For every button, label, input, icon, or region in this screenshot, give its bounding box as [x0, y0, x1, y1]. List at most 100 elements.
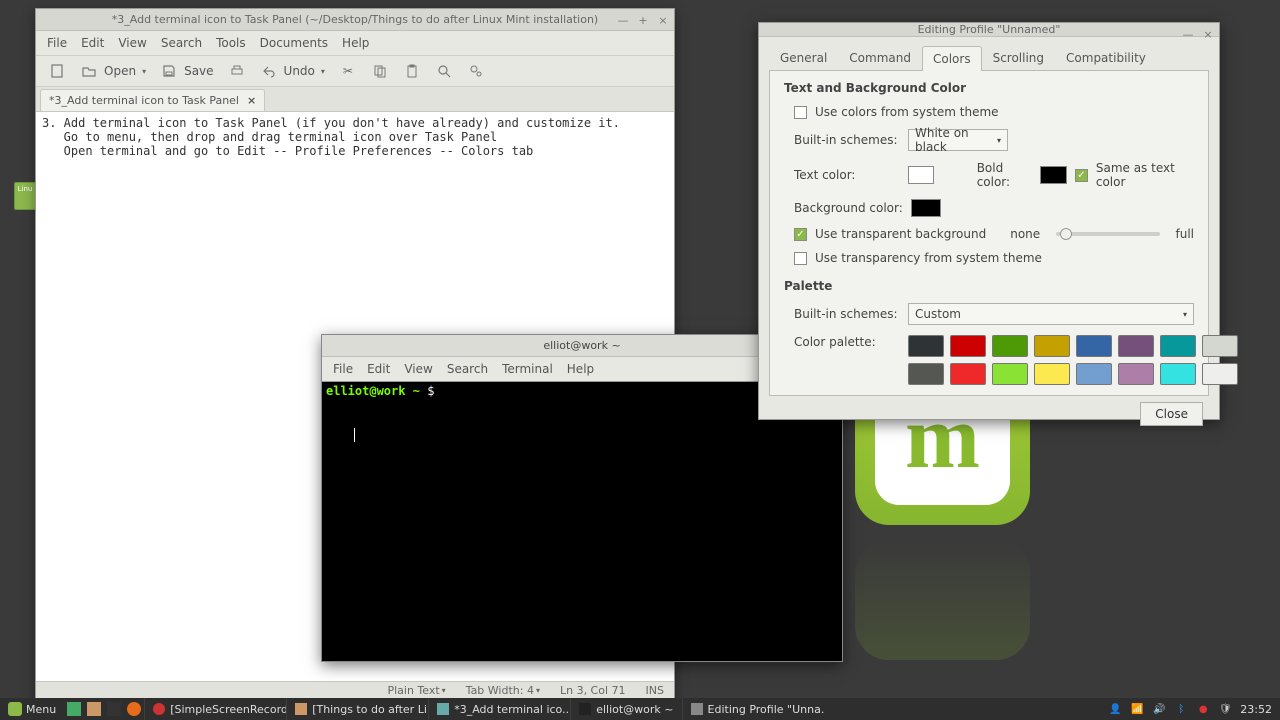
- chevron-down-icon[interactable]: ▾: [321, 67, 325, 76]
- print-icon[interactable]: [228, 62, 246, 80]
- menu-file[interactable]: File: [42, 34, 72, 52]
- menu-help[interactable]: Help: [337, 34, 374, 52]
- wifi-icon[interactable]: 📶: [1130, 702, 1144, 716]
- show-desktop-launcher[interactable]: [64, 698, 84, 720]
- palette-color-2[interactable]: [992, 335, 1028, 357]
- palette-color-14[interactable]: [1160, 363, 1196, 385]
- profile-preferences-dialog: Editing Profile "Unnamed" — × General Co…: [758, 22, 1220, 420]
- prefs-title: Editing Profile "Unnamed": [918, 23, 1061, 36]
- transparency-full-label: full: [1176, 227, 1195, 241]
- palette-color-4[interactable]: [1076, 335, 1112, 357]
- menu-documents[interactable]: Documents: [255, 34, 333, 52]
- same-as-text-checkbox[interactable]: ✓: [1075, 169, 1088, 182]
- task-prefs[interactable]: Editing Profile "Unna...: [682, 698, 824, 720]
- menu-help[interactable]: Help: [562, 360, 599, 378]
- palette-color-11[interactable]: [1034, 363, 1070, 385]
- menu-terminal[interactable]: Terminal: [497, 360, 558, 378]
- clock[interactable]: 23:52: [1240, 703, 1272, 716]
- prefs-titlebar[interactable]: Editing Profile "Unnamed" — ×: [759, 23, 1219, 37]
- open-button[interactable]: Open ▾: [80, 62, 146, 80]
- close-icon[interactable]: ×: [1201, 27, 1215, 41]
- document-tab[interactable]: *3_Add terminal icon to Task Panel ×: [40, 89, 265, 111]
- find-icon[interactable]: [435, 62, 453, 80]
- palette-color-7[interactable]: [1202, 335, 1238, 357]
- text-color-chip[interactable]: [908, 166, 934, 184]
- palette-color-9[interactable]: [950, 363, 986, 385]
- gedit-titlebar[interactable]: *3_Add terminal icon to Task Panel (~/De…: [36, 9, 674, 31]
- palette-color-3[interactable]: [1034, 335, 1070, 357]
- tab-close-icon[interactable]: ×: [247, 94, 256, 107]
- desktop-icon[interactable]: Linu: [14, 182, 36, 210]
- files-launcher[interactable]: [84, 698, 104, 720]
- close-icon[interactable]: ×: [656, 13, 670, 27]
- firefox-launcher[interactable]: [124, 698, 144, 720]
- task-terminal[interactable]: elliot@work ~: [570, 698, 681, 720]
- undo-button[interactable]: Undo ▾: [260, 62, 325, 80]
- menu-view[interactable]: View: [113, 34, 151, 52]
- chevron-down-icon[interactable]: ▾: [142, 67, 146, 76]
- transparency-none-label: none: [1010, 227, 1040, 241]
- task-folder[interactable]: [Things to do after Li...: [286, 698, 428, 720]
- tab-general[interactable]: General: [769, 45, 838, 70]
- same-as-text-label: Same as text color: [1096, 161, 1194, 189]
- menu-search[interactable]: Search: [156, 34, 207, 52]
- minimize-icon[interactable]: —: [1181, 27, 1195, 41]
- user-icon[interactable]: 👤: [1108, 702, 1122, 716]
- status-tabwidth[interactable]: Tab Width: 4 ▾: [466, 684, 540, 697]
- volume-icon[interactable]: 🔊: [1152, 702, 1166, 716]
- minimize-icon[interactable]: —: [616, 13, 630, 27]
- maximize-icon[interactable]: +: [636, 13, 650, 27]
- palette-color-15[interactable]: [1202, 363, 1238, 385]
- menu-edit[interactable]: Edit: [76, 34, 109, 52]
- transparency-slider[interactable]: [1056, 232, 1159, 236]
- use-transparent-bg-label: Use transparent background: [815, 227, 986, 241]
- task-gedit[interactable]: *3_Add terminal ico...: [428, 698, 570, 720]
- palette-color-1[interactable]: [950, 335, 986, 357]
- record-icon[interactable]: ●: [1196, 702, 1210, 716]
- palette-color-10[interactable]: [992, 363, 1028, 385]
- tab-scrolling[interactable]: Scrolling: [982, 45, 1055, 70]
- save-button[interactable]: Save: [160, 62, 213, 80]
- open-icon: [80, 62, 98, 80]
- prefs-icon: [691, 703, 703, 715]
- copy-icon[interactable]: [371, 62, 389, 80]
- background-color-chip[interactable]: [911, 199, 941, 217]
- bold-color-chip[interactable]: [1040, 166, 1066, 184]
- menu-edit[interactable]: Edit: [362, 360, 395, 378]
- menu-search[interactable]: Search: [442, 360, 493, 378]
- section-text-bg-color: Text and Background Color: [784, 81, 1194, 95]
- close-button[interactable]: Close: [1140, 402, 1203, 426]
- document-icon: [437, 703, 449, 715]
- palette-color-13[interactable]: [1118, 363, 1154, 385]
- folder-icon: [87, 702, 101, 716]
- menu-tools[interactable]: Tools: [211, 34, 251, 52]
- palette-color-0[interactable]: [908, 335, 944, 357]
- shield-icon[interactable]: 🛡: [1218, 702, 1232, 716]
- builtin-schemes-select[interactable]: White on black▾: [908, 129, 1008, 151]
- use-sys-transparency-label: Use transparency from system theme: [815, 251, 1042, 265]
- taskbar-panel: Menu [SimpleScreenRecord... [Things to d…: [0, 698, 1280, 720]
- palette-color-6[interactable]: [1160, 335, 1196, 357]
- palette-builtin-select[interactable]: Custom▾: [908, 303, 1194, 325]
- palette-color-5[interactable]: [1118, 335, 1154, 357]
- menu-button[interactable]: Menu: [0, 698, 64, 720]
- terminal-launcher[interactable]: [104, 698, 124, 720]
- palette-color-8[interactable]: [908, 363, 944, 385]
- tab-compatibility[interactable]: Compatibility: [1055, 45, 1157, 70]
- recorder-icon: [153, 703, 165, 715]
- use-transparent-bg-checkbox[interactable]: ✓: [794, 228, 807, 241]
- cut-icon[interactable]: ✂: [339, 62, 357, 80]
- use-system-colors-checkbox[interactable]: [794, 106, 807, 119]
- use-sys-transparency-checkbox[interactable]: [794, 252, 807, 265]
- tab-command[interactable]: Command: [838, 45, 922, 70]
- menu-view[interactable]: View: [399, 360, 437, 378]
- find-replace-icon[interactable]: [467, 62, 485, 80]
- palette-color-12[interactable]: [1076, 363, 1112, 385]
- paste-icon[interactable]: [403, 62, 421, 80]
- bluetooth-icon[interactable]: ᛒ: [1174, 702, 1188, 716]
- status-syntax[interactable]: Plain Text ▾: [387, 684, 445, 697]
- menu-file[interactable]: File: [328, 360, 358, 378]
- task-screenrecorder[interactable]: [SimpleScreenRecord...: [144, 698, 286, 720]
- new-document-icon[interactable]: [48, 62, 66, 80]
- tab-colors[interactable]: Colors: [922, 46, 982, 71]
